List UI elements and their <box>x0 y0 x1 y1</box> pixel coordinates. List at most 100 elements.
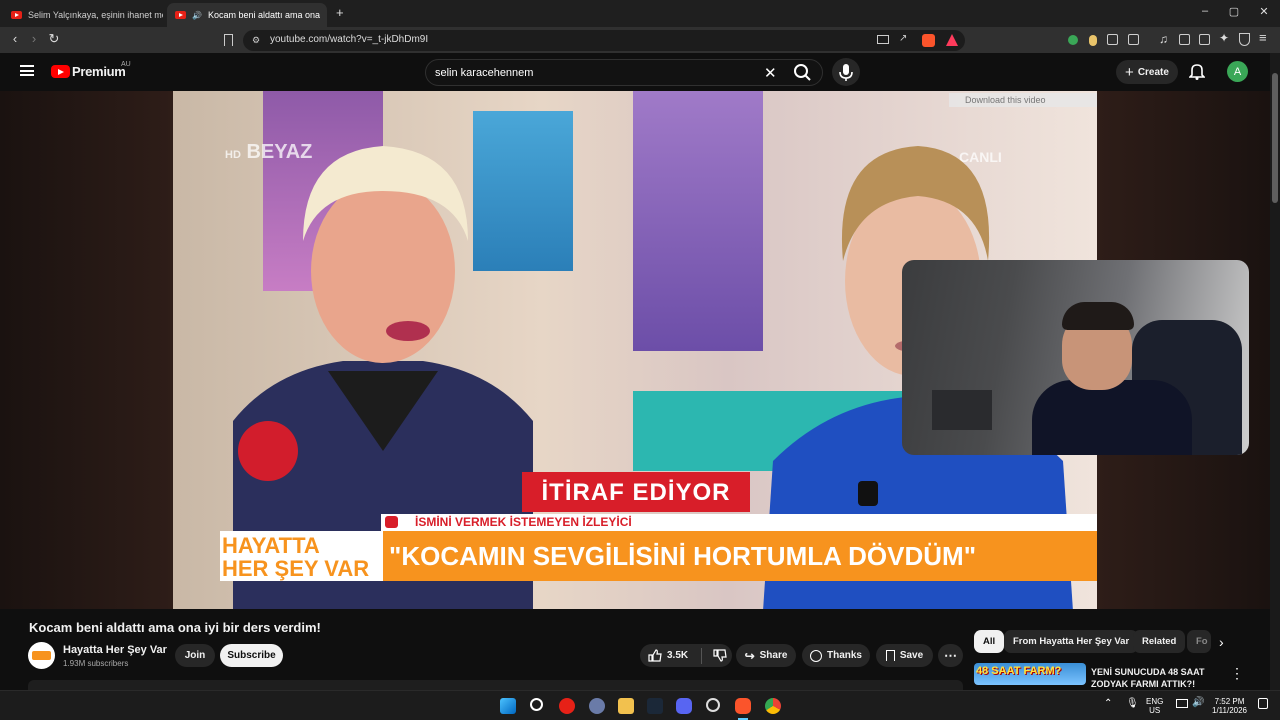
related-video-thumbnail[interactable]: 48 SAAT FARM? <box>974 663 1086 685</box>
share-label: Share <box>759 650 788 661</box>
quote-banner: "KOCAMIN SEVGİLİSİNİ HORTUMLA DÖVDÜM" <box>383 531 1097 581</box>
brave-shields-icon[interactable] <box>922 34 935 47</box>
forward-icon[interactable]: › <box>25 31 43 46</box>
close-tab-icon[interactable]: ✕ <box>326 9 327 22</box>
leo-ai-icon[interactable]: ✦ <box>1219 31 1229 45</box>
file-explorer-icon[interactable] <box>618 698 634 714</box>
network-icon[interactable] <box>1176 699 1188 708</box>
media-icon[interactable]: ♫ <box>1159 32 1168 46</box>
browser-tab-active[interactable]: 🔊 Kocam beni aldattı ama ona ✕ <box>167 3 327 27</box>
browser-tab[interactable]: Selim Yalçınkaya, eşinin ihanet mesaj <box>3 3 163 27</box>
url-text[interactable]: youtube.com/watch?v=_t-jkDhDm9I <box>270 34 428 45</box>
video-blur-left <box>0 91 173 609</box>
channel-name[interactable]: Hayatta Her Şey Var <box>63 644 167 656</box>
chips-next-icon[interactable]: › <box>1219 634 1224 650</box>
brave-rewards-icon[interactable] <box>946 34 958 46</box>
site-info-icon[interactable]: ⚙ <box>252 35 260 46</box>
tab-title: Selim Yalçınkaya, eşinin ihanet mesaj <box>28 10 163 20</box>
sidebar-icon[interactable] <box>1179 34 1190 45</box>
notification-icon[interactable] <box>1258 698 1268 709</box>
obs-icon[interactable] <box>706 698 720 712</box>
thumbnail-text: 48 SAAT FARM? <box>976 665 1062 677</box>
app-icon[interactable] <box>589 698 605 714</box>
tray-mic-icon[interactable]: 🎙 <box>1126 698 1139 709</box>
extension-icon[interactable] <box>1128 34 1139 45</box>
reload-icon[interactable]: ↻ <box>45 31 63 47</box>
steam-icon[interactable] <box>647 698 663 714</box>
like-button[interactable]: 3.5K <box>648 649 688 662</box>
join-button[interactable]: Join <box>175 644 215 667</box>
youtube-logo-icon[interactable] <box>51 65 70 78</box>
back-icon[interactable]: ‹ <box>6 31 24 46</box>
more-actions-button[interactable]: ⋯ <box>938 644 963 667</box>
volume-icon[interactable]: 🔊 <box>1192 697 1204 708</box>
download-video-bar[interactable]: Download this video <box>949 93 1097 107</box>
youtube-favicon-icon <box>11 11 22 19</box>
taskbar-search-icon[interactable] <box>530 698 543 711</box>
clock-date: 1/11/2026 <box>1212 706 1247 715</box>
address-bar[interactable]: ⚙ youtube.com/watch?v=_t-jkDhDm9I ↗ <box>243 30 965 51</box>
search-box[interactable]: selin karacehennem ✕ <box>425 59 823 86</box>
close-window-button[interactable]: ✕ <box>1254 5 1274 18</box>
search-input[interactable]: selin karacehennem <box>435 67 533 79</box>
youtube-music-icon[interactable] <box>559 698 575 714</box>
discord-icon[interactable] <box>676 698 692 714</box>
bookmark-icon[interactable] <box>224 34 233 46</box>
search-button[interactable] <box>783 59 823 86</box>
share-page-icon[interactable]: ↗ <box>899 33 907 44</box>
youtube-logo-text[interactable]: Premium <box>72 64 126 79</box>
chrome-icon[interactable] <box>765 698 781 714</box>
related-more-icon[interactable]: ⋮ <box>1230 665 1244 682</box>
share-button[interactable]: ↪ Share <box>736 644 796 667</box>
keyboard-layout: US <box>1149 706 1161 715</box>
related-video-title[interactable]: YENİ SUNUCUDA 48 SAAT ZODYAK FARMI ATTIK… <box>1091 666 1211 688</box>
account-avatar[interactable]: A <box>1227 61 1248 82</box>
clear-search-icon[interactable]: ✕ <box>764 64 777 82</box>
chip-related[interactable]: Related <box>1133 630 1186 653</box>
like-count: 3.5K <box>667 650 689 661</box>
streamer-hair <box>1062 302 1134 330</box>
clock[interactable]: 7:52 PM 1/11/2026 <box>1212 697 1247 715</box>
download-video-label: Download this video <box>965 95 1046 105</box>
scrollbar-thumb[interactable] <box>1272 73 1278 203</box>
voice-search-button[interactable] <box>832 58 860 86</box>
chip-all[interactable]: All <box>974 630 1005 653</box>
cast-icon[interactable] <box>877 35 889 44</box>
save-button[interactable]: Save <box>876 644 933 667</box>
windows-start-icon[interactable] <box>500 698 516 714</box>
language-indicator[interactable]: ENG US <box>1146 697 1163 715</box>
headline-tag: İTİRAF EDİYOR <box>522 472 750 512</box>
flower-wall-decor <box>633 91 763 351</box>
brave-browser-icon[interactable] <box>735 698 751 714</box>
streamer-webcam-overlay <box>902 260 1249 455</box>
hamburger-menu-icon[interactable] <box>20 65 34 76</box>
extension-icon[interactable] <box>1068 35 1078 45</box>
wallet-icon[interactable] <box>1199 34 1210 45</box>
chip-from-channel[interactable]: From Hayatta Her Şey Var <box>1004 630 1139 653</box>
page-scrollbar[interactable] <box>1270 53 1280 690</box>
ticker-bar: İSMİNİ VERMEK İSTEMEYEN İZLEYİCİ <box>381 514 1097 531</box>
new-tab-button[interactable]: + <box>336 5 344 20</box>
vpn-shield-icon[interactable] <box>1239 33 1250 46</box>
extension-icon[interactable] <box>1089 35 1097 46</box>
minimize-button[interactable]: – <box>1195 5 1215 17</box>
search-icon <box>794 64 811 81</box>
thanks-button[interactable]: Thanks <box>802 644 870 667</box>
notifications-bell-icon[interactable] <box>1189 63 1205 80</box>
create-button[interactable]: + Create <box>1116 60 1178 84</box>
chip-more[interactable]: Fo <box>1187 630 1211 653</box>
show-name-line-2: HER ŞEY VAR <box>222 556 370 581</box>
video-player[interactable]: HD BEYAZ CANLI Download this video İTİRA… <box>0 91 1280 609</box>
tray-overflow-icon[interactable]: ⌃ <box>1104 698 1112 709</box>
thumbs-down-icon[interactable] <box>713 649 727 662</box>
restore-button[interactable]: ▢ <box>1224 5 1244 18</box>
description-box[interactable] <box>28 680 963 690</box>
desk-item <box>932 390 992 430</box>
region-code: AU <box>121 61 131 68</box>
save-icon <box>885 650 895 661</box>
extension-icon[interactable] <box>1107 34 1118 45</box>
channel-avatar[interactable] <box>28 642 55 669</box>
subscribe-button[interactable]: Subscribe <box>220 644 283 667</box>
thanks-icon <box>809 649 822 662</box>
menu-icon[interactable]: ≡ <box>1259 30 1267 45</box>
